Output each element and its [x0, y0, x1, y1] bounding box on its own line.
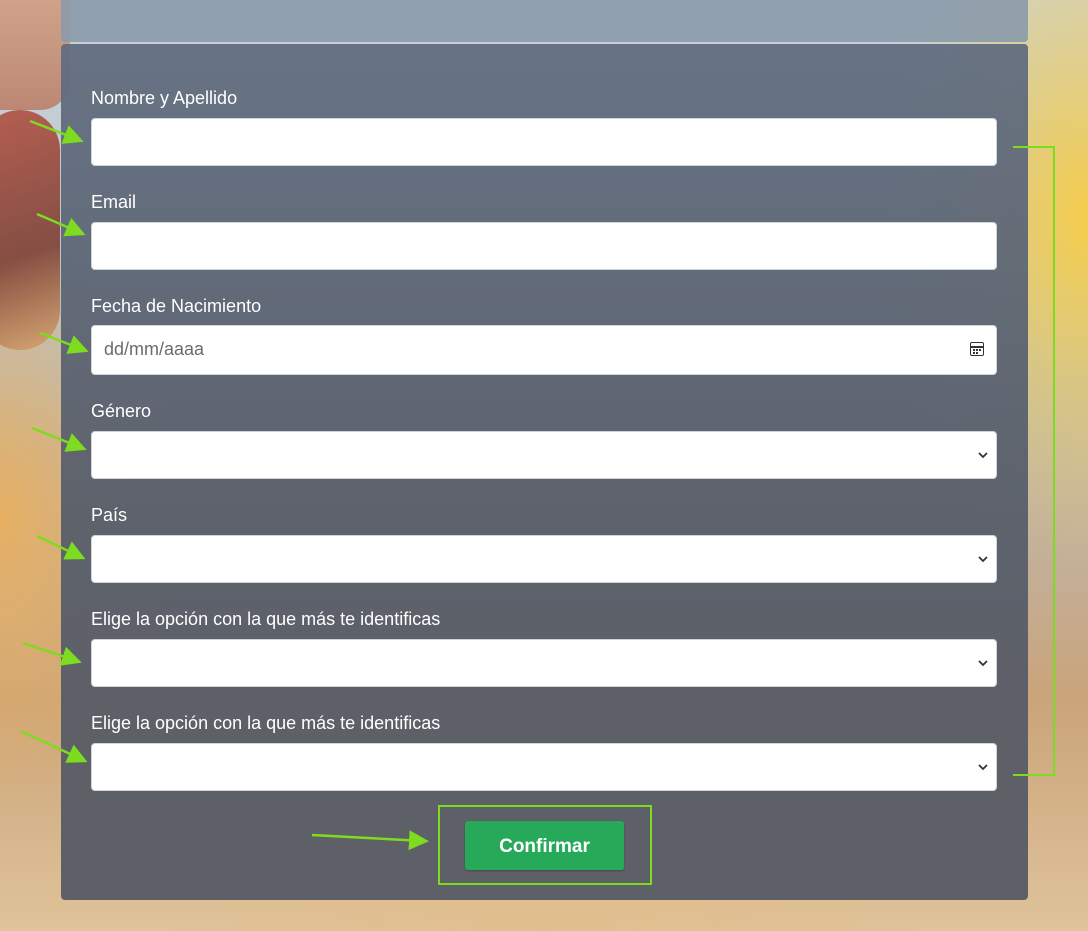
arrow-confirm — [311, 830, 429, 851]
arrow-option-1 — [22, 641, 82, 666]
arrow-gender — [31, 426, 87, 452]
arrow-option-2 — [20, 729, 88, 763]
arrow-birthdate — [39, 331, 89, 354]
arrow-name — [29, 119, 84, 144]
arrow-email — [36, 212, 86, 237]
arrow-country — [36, 534, 86, 560]
annotation-arrows — [20, 119, 429, 851]
